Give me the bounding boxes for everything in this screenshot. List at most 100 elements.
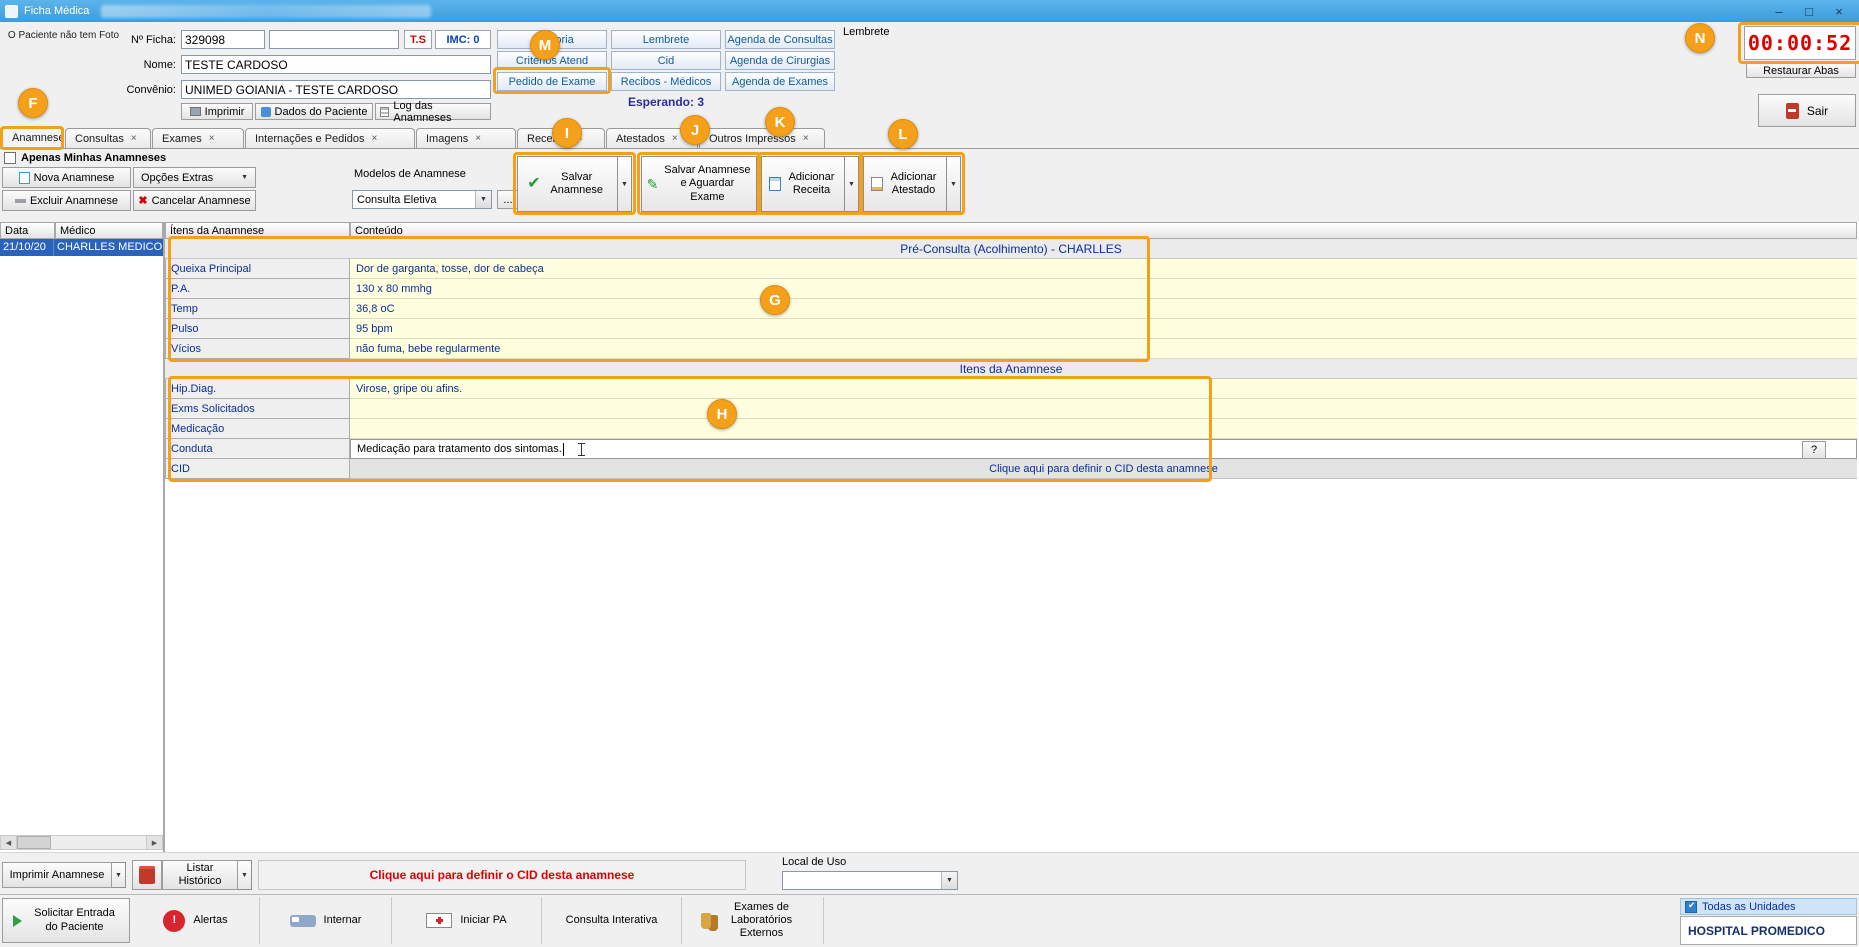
grid-content-editor[interactable]: Medicação para tratamento dos sintomas.	[350, 439, 1857, 459]
iniciar-pa-button[interactable]: Iniciar PA	[392, 897, 542, 944]
chevron-down-icon: ▼	[241, 174, 248, 181]
imc-badge[interactable]: IMC: 0	[435, 30, 491, 49]
quick-button-criterios-atend[interactable]: Critérios Atend	[497, 51, 607, 70]
grid-column-conteudo[interactable]: Conteúdo	[350, 222, 1857, 239]
cancelar-anamnese-button[interactable]: ✖ Cancelar Anamnese	[133, 190, 256, 211]
apenas-minhas-checkbox[interactable]	[4, 152, 16, 164]
tab-anamnese[interactable]: Anamnese	[2, 126, 64, 148]
salvar-anamnese-button[interactable]: ✔ Salvar Anamnese	[517, 156, 618, 212]
tab-exames[interactable]: Exames ×	[152, 128, 244, 148]
grid-content-cell[interactable]: 130 x 80 mmhg	[350, 279, 1857, 299]
log-anamneses-button[interactable]: Log das Anamneses	[375, 103, 491, 120]
window-title: Ficha Médica	[24, 5, 89, 17]
grid-item-cell[interactable]: Temp	[165, 299, 350, 319]
ts-badge[interactable]: T.S	[404, 30, 432, 49]
quick-button-agenda-exames[interactable]: Agenda de Exames	[725, 72, 835, 91]
grid-item-cell[interactable]: CID	[165, 459, 350, 479]
grid-content-cell[interactable]	[350, 419, 1857, 439]
quick-button-agenda-consultas[interactable]: Agenda de Consultas	[725, 30, 835, 49]
opcoes-extras-button[interactable]: Opções Extras ▼	[133, 167, 256, 188]
tab-atestados[interactable]: Atestados ×	[606, 128, 698, 148]
modelos-anamnese-select[interactable]: Consulta Eletiva ▼	[352, 190, 492, 209]
adicionar-atestado-button[interactable]: Adicionar Atestado	[863, 156, 947, 212]
imprimir-anamnese-dropdown[interactable]: ▼	[112, 862, 126, 888]
grid-item-cell[interactable]: Exms Solicitados	[165, 399, 350, 419]
history-column-data[interactable]: Data	[0, 222, 55, 239]
grid-item-cell[interactable]: P.A.	[165, 279, 350, 299]
todas-unidades-checkbox[interactable]: ✔	[1685, 901, 1697, 913]
grid-item-cell[interactable]: Queixa Principal	[165, 259, 350, 279]
tab-consultas[interactable]: Consultas ×	[65, 128, 151, 148]
grid-content-cell[interactable]: Virose, gripe ou afins.	[350, 379, 1857, 399]
imprimir-anamnese-button[interactable]: Imprimir Anamnese	[2, 862, 112, 888]
ficha-input[interactable]	[181, 30, 265, 49]
listar-historico-button[interactable]: Listar Histórico	[162, 860, 238, 890]
historico-icon-button[interactable]	[132, 860, 162, 890]
history-row[interactable]: 21/10/20 CHARLLES MEDICO	[0, 239, 163, 256]
maximize-button[interactable]: □	[1794, 1, 1824, 21]
scroll-thumb[interactable]	[17, 836, 51, 849]
close-button[interactable]: ×	[1824, 1, 1854, 21]
quick-button-recibos-medicos[interactable]: Recibos - Médicos	[611, 72, 721, 91]
tab-close-icon[interactable]: ×	[672, 133, 678, 144]
nome-input[interactable]	[181, 55, 491, 74]
scroll-right-arrow[interactable]: ▶	[146, 836, 162, 849]
quick-button-auditoria[interactable]: Auditoria	[497, 30, 607, 49]
tab-imagens[interactable]: Imagens ×	[416, 128, 516, 148]
grid-column-itens[interactable]: Ítens da Anamnese	[165, 222, 350, 239]
quick-button-agenda-cirurgias[interactable]: Agenda de Cirurgias	[725, 51, 835, 70]
ficha-extra-input[interactable]	[269, 30, 399, 49]
quick-button-lembrete[interactable]: Lembrete	[611, 30, 721, 49]
imprimir-button[interactable]: Imprimir	[181, 103, 253, 120]
tab-close-icon[interactable]: ×	[371, 133, 377, 144]
excluir-anamnese-button[interactable]: Excluir Anamnese	[2, 190, 131, 211]
minimize-button[interactable]: –	[1764, 1, 1794, 21]
history-column-medico[interactable]: Médico	[55, 222, 163, 239]
ibeam-cursor	[578, 443, 585, 456]
nova-anamnese-button[interactable]: Nova Anamnese	[2, 167, 131, 188]
local-de-uso-select[interactable]: ▼	[782, 871, 958, 890]
grid-item-cell[interactable]: Vícios	[165, 339, 350, 359]
salvar-aguardar-exame-button[interactable]: ✎ Salvar Anamnese e Aguardar Exame	[641, 156, 757, 212]
scroll-left-arrow[interactable]: ◀	[1, 836, 17, 849]
internar-button[interactable]: Internar	[260, 897, 392, 944]
alertas-button[interactable]: ! Alertas	[132, 897, 260, 944]
quick-button-cid[interactable]: Cid	[611, 51, 721, 70]
salvar-anamnese-dropdown[interactable]: ▼	[618, 156, 632, 212]
exames-lab-externos-button[interactable]: Exames de Laboratórios Externos	[682, 897, 824, 944]
tab-close-icon[interactable]: ×	[131, 133, 137, 144]
grid-item-cell[interactable]: Conduta	[165, 439, 350, 459]
solicitar-entrada-button[interactable]: Solicitar Entrada do Paciente	[2, 898, 130, 943]
cid-banner[interactable]: Clique aqui para definir o CID desta ana…	[258, 860, 746, 890]
chevron-down-icon: ▼	[475, 191, 491, 208]
grid-content-cell[interactable]: 95 bpm	[350, 319, 1857, 339]
tab-close-icon[interactable]: ×	[577, 133, 583, 144]
grid-item-cell[interactable]: Medicação	[165, 419, 350, 439]
grid-item-cell[interactable]: Hip.Diag.	[165, 379, 350, 399]
quick-button-pedido-exame[interactable]: Pedido de Exame	[497, 72, 607, 91]
grid-content-cell[interactable]: não fuma, bebe regularmente	[350, 339, 1857, 359]
dados-paciente-label: Dados do Paciente	[275, 106, 368, 118]
modelos-more-button[interactable]: ...	[497, 190, 519, 209]
adicionar-receita-dropdown[interactable]: ▼	[845, 156, 859, 212]
dados-paciente-button[interactable]: Dados do Paciente	[255, 103, 373, 120]
help-button[interactable]: ?	[1802, 441, 1826, 459]
tab-internacoes-pedidos[interactable]: Internações e Pedidos ×	[245, 128, 415, 148]
sair-button[interactable]: Sair	[1758, 94, 1856, 127]
listar-historico-dropdown[interactable]: ▼	[238, 860, 252, 890]
cid-define-cell[interactable]: Clique aqui para definir o CID desta ana…	[350, 459, 1857, 479]
convenio-input[interactable]	[181, 80, 491, 99]
grid-content-cell[interactable]	[350, 399, 1857, 419]
tab-receitas[interactable]: Receitas ×	[517, 128, 605, 148]
tab-close-icon[interactable]: ×	[803, 133, 809, 144]
grid-content-cell[interactable]: Dor de garganta, tosse, dor de cabeça	[350, 259, 1857, 279]
tab-outros-impressos[interactable]: Outros Impressos ×	[699, 128, 825, 148]
grid-content-cell[interactable]: 36,8 oC	[350, 299, 1857, 319]
tab-close-icon[interactable]: ×	[475, 133, 481, 144]
restaurar-abas-button[interactable]: Restaurar Abas	[1746, 63, 1856, 78]
tab-close-icon[interactable]: ×	[209, 133, 215, 144]
consulta-interativa-button[interactable]: Consulta Interativa	[542, 897, 682, 944]
adicionar-receita-button[interactable]: Adicionar Receita	[761, 156, 845, 212]
adicionar-atestado-dropdown[interactable]: ▼	[947, 156, 961, 212]
grid-item-cell[interactable]: Pulso	[165, 319, 350, 339]
